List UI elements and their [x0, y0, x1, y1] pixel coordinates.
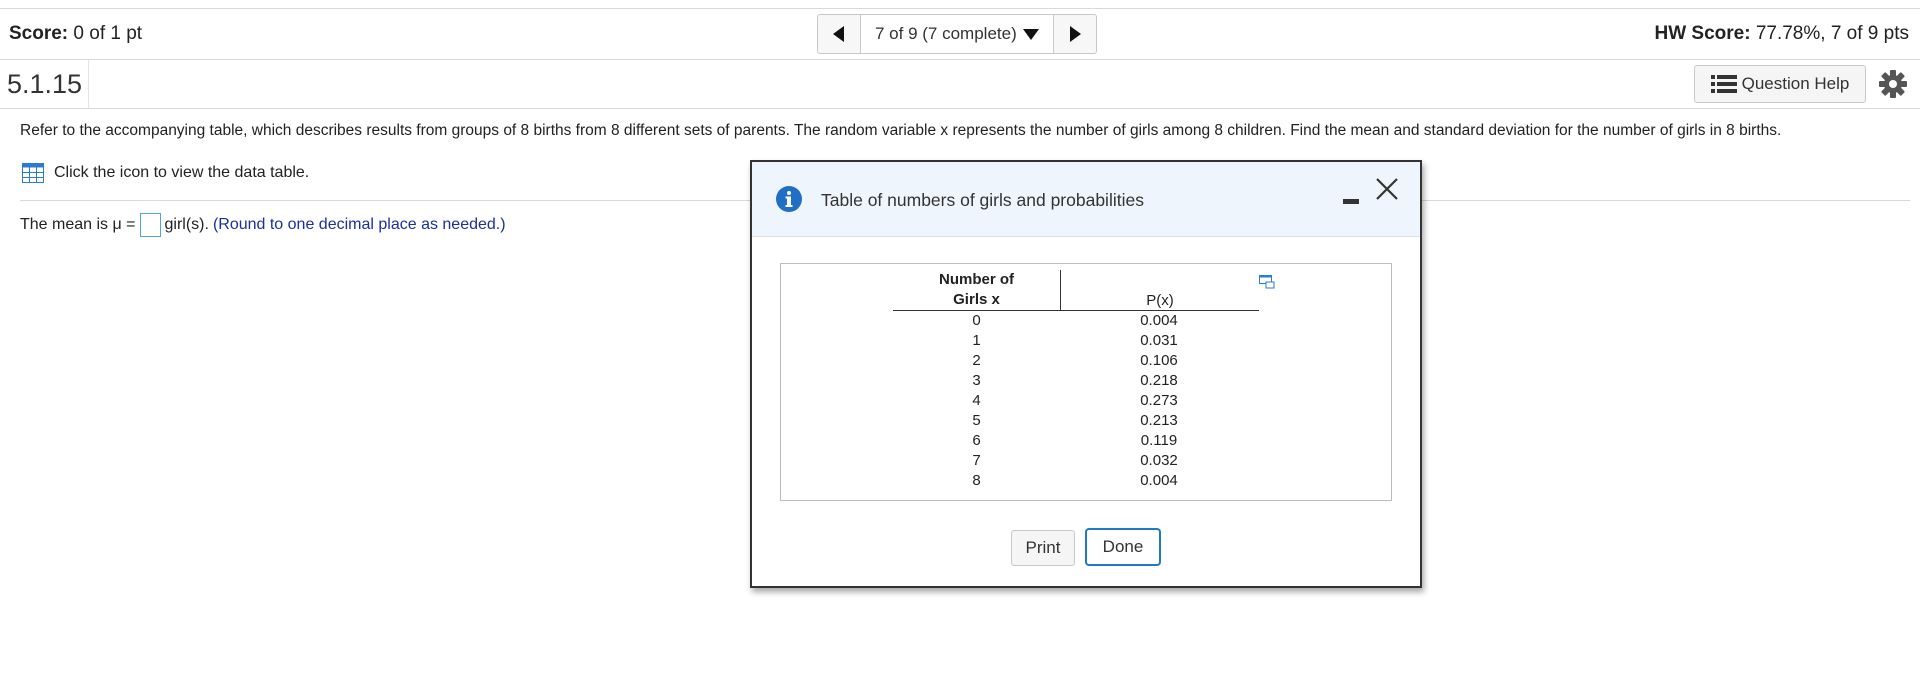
print-button[interactable]: Print [1011, 530, 1075, 566]
score-label: Score: [9, 23, 69, 44]
cell-girls: 7 [972, 452, 981, 469]
data-table-dialog: Table of numbers of girls and probabilit… [750, 160, 1422, 588]
answer-hint: (Round to one decimal place as needed.) [212, 216, 506, 233]
cell-girls: 6 [972, 432, 981, 449]
column-header-girls-line2: Girls x [953, 291, 1000, 308]
cell-probability: 0.119 [1140, 432, 1178, 449]
cell-probability: 0.031 [1140, 332, 1178, 349]
hw-score: HW Score: 77.78%, 7 of 9 pts [1654, 23, 1909, 45]
done-button[interactable]: Done [1085, 528, 1161, 566]
answer-unit: girl(s). [164, 216, 209, 233]
table-row: 0 0.004 [893, 311, 1259, 331]
table-grid-icon[interactable] [22, 163, 44, 183]
question-number: 5.1.15 [0, 60, 90, 108]
cell-probability: 0.273 [1140, 392, 1178, 409]
cell-probability: 0.218 [1140, 372, 1178, 389]
list-icon [1710, 75, 1737, 93]
table-row: 2 0.106 [893, 351, 1259, 371]
next-question-button[interactable] [1054, 15, 1096, 53]
column-header-girls: Number of Girls x [893, 270, 1061, 310]
table-row: 5 0.213 [893, 411, 1259, 431]
view-data-text: Click the icon to view the data table. [54, 164, 310, 181]
cell-girls: 5 [972, 412, 981, 429]
cell-probability: 0.032 [1140, 452, 1178, 469]
previous-question-button[interactable] [818, 15, 860, 53]
table-row: 6 0.119 [893, 431, 1259, 451]
question-help-button[interactable]: Question Help [1694, 65, 1866, 103]
cell-girls: 3 [972, 372, 981, 389]
mean-answer-input[interactable] [139, 213, 161, 237]
hw-score-value: 77.78%, 7 of 9 pts [1755, 23, 1909, 44]
score-value: 0 of 1 pt [73, 23, 143, 44]
prev-arrow-icon [833, 26, 844, 42]
close-icon[interactable] [1374, 176, 1400, 202]
question-bar: 5.1.15 Question Help [0, 60, 1920, 109]
table-row: 1 0.031 [893, 331, 1259, 351]
view-data-table-link[interactable]: Click the icon to view the data table. [22, 163, 309, 183]
caret-down-icon [1022, 28, 1039, 40]
column-header-probability: P(x) [1146, 292, 1174, 309]
score: Score: 0 of 1 pt [9, 23, 142, 45]
question-position: 7 of 9 (7 complete) [875, 24, 1017, 43]
table-row: 7 0.032 [893, 451, 1259, 471]
table-row: 8 0.004 [893, 471, 1259, 491]
popout-icon[interactable] [1259, 275, 1275, 289]
answer-prefix: The mean is μ = [20, 216, 136, 233]
info-icon [776, 186, 802, 212]
question-help-label: Question Help [1741, 74, 1850, 93]
cell-probability: 0.004 [1140, 312, 1178, 329]
next-arrow-icon [1069, 26, 1081, 42]
gear-icon[interactable] [1878, 69, 1908, 99]
question-prompt: Refer to the accompanying table, which d… [20, 122, 1782, 139]
cell-girls: 8 [972, 472, 981, 489]
cell-probability: 0.106 [1140, 352, 1178, 369]
cell-probability: 0.213 [1140, 412, 1178, 429]
table-row: 3 0.218 [893, 371, 1259, 391]
question-selector-dropdown[interactable]: 7 of 9 (7 complete) [860, 15, 1054, 53]
table-row: 4 0.273 [893, 391, 1259, 411]
dialog-title: Table of numbers of girls and probabilit… [821, 190, 1144, 210]
minimize-icon[interactable] [1340, 184, 1362, 206]
cell-probability: 0.004 [1140, 472, 1178, 489]
cell-girls: 0 [972, 312, 981, 329]
dialog-header: Table of numbers of girls and probabilit… [752, 162, 1420, 237]
cell-girls: 4 [972, 392, 981, 409]
question-navigator: 7 of 9 (7 complete) [817, 14, 1097, 54]
probability-table: Number of Girls x P(x) 0 0.004 1 0.031 2 0.… [893, 270, 1259, 491]
table-header-row: Number of Girls x P(x) [893, 270, 1259, 311]
cell-girls: 2 [972, 352, 981, 369]
score-bar: Score: 0 of 1 pt 7 of 9 (7 complete) HW … [0, 9, 1920, 60]
answer-line: The mean is μ = girl(s). (Round to one d… [20, 213, 506, 237]
cell-girls: 1 [972, 332, 981, 349]
data-table-container: Number of Girls x P(x) 0 0.004 1 0.031 2 0.… [780, 263, 1392, 501]
column-header-girls-line1: Number of [939, 271, 1014, 288]
hw-score-label: HW Score: [1654, 23, 1751, 44]
